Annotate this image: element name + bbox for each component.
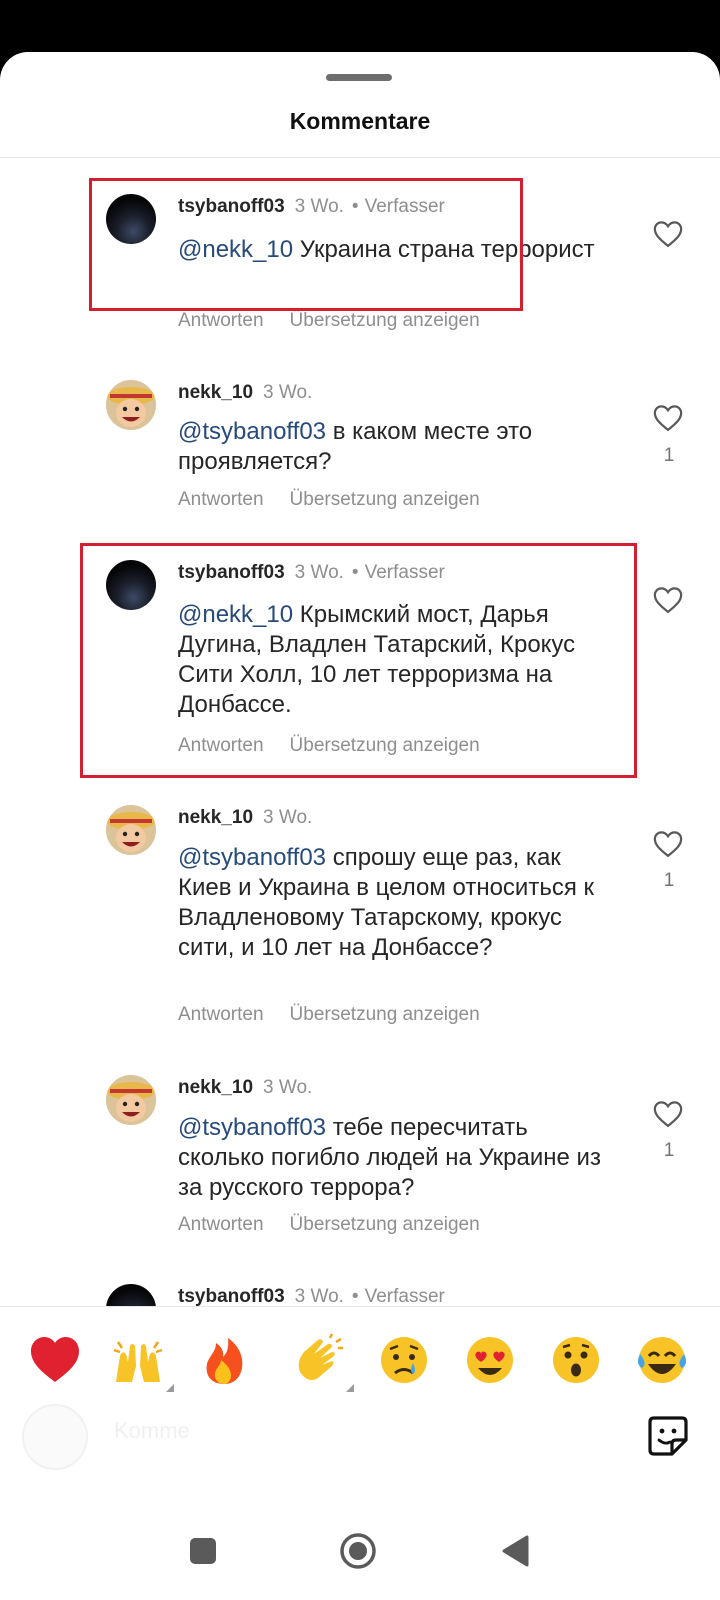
home-icon[interactable] <box>339 1532 377 1570</box>
mention-link[interactable]: @tsybanoff03 <box>178 418 326 445</box>
clapping-hands-icon[interactable] <box>290 1332 354 1392</box>
avatar[interactable] <box>106 805 156 855</box>
translate-button[interactable]: Übersetzung anzeigen <box>290 489 480 510</box>
comment-actions: Antworten Übersetzung anzeigen <box>178 489 480 511</box>
comment-actions: Antworten Übersetzung anzeigen <box>178 1214 480 1236</box>
comment-meta: nekk_10 3 Wo. <box>178 382 312 404</box>
comment-input[interactable]: Komme <box>114 1418 190 1444</box>
timestamp: 3 Wo. <box>263 382 313 403</box>
username[interactable]: nekk_10 <box>178 382 253 403</box>
username[interactable]: nekk_10 <box>178 1077 253 1098</box>
mention-link[interactable]: @tsybanoff03 <box>178 844 326 871</box>
comment-text: @tsybanoff03 в каком месте это проявляет… <box>178 417 618 477</box>
crying-face-icon[interactable] <box>376 1332 432 1388</box>
sheet-title: Kommentare <box>289 108 431 134</box>
timestamp: 3 Wo. <box>263 1077 313 1098</box>
translate-button[interactable]: Übersetzung anzeigen <box>290 310 480 331</box>
recent-apps-icon[interactable] <box>188 1536 218 1566</box>
comment-actions: Antworten Übersetzung anzeigen <box>178 310 480 332</box>
reply-button[interactable]: Antworten <box>178 310 264 331</box>
mention-link[interactable]: @tsybanoff03 <box>178 1114 326 1141</box>
reply-button[interactable]: Antworten <box>178 1004 264 1025</box>
author-badge: Verfasser <box>364 1286 445 1307</box>
username[interactable]: nekk_10 <box>178 807 253 828</box>
avatar[interactable] <box>106 1075 156 1125</box>
comment-actions: Antworten Übersetzung anzeigen <box>178 1004 480 1026</box>
sticker-icon[interactable] <box>646 1414 690 1458</box>
heart-icon[interactable] <box>653 404 683 432</box>
comment-meta: tsybanoff03 3 Wo. • Verfasser <box>178 1286 445 1308</box>
timestamp: 3 Wo. <box>263 807 313 828</box>
timestamp: 3 Wo. <box>294 1286 344 1307</box>
heart-icon[interactable] <box>653 586 683 614</box>
translate-button[interactable]: Übersetzung anzeigen <box>290 1214 480 1235</box>
comment-text: @tsybanoff03 спрошу еще раз, как Киев и … <box>178 843 618 963</box>
heart-icon[interactable] <box>653 830 683 858</box>
like-count: 1 <box>663 445 675 466</box>
astonished-face-icon[interactable] <box>548 1332 604 1388</box>
skin-tone-indicator <box>346 1384 354 1392</box>
like-count: 1 <box>663 870 675 891</box>
translate-button[interactable]: Übersetzung anzeigen <box>290 1004 480 1025</box>
comments-sheet: Kommentare tsybanoff03 3 Wo. • Verfasser @n… <box>0 52 720 1600</box>
divider <box>0 1306 720 1307</box>
comment-meta: nekk_10 3 Wo. <box>178 807 312 829</box>
username[interactable]: tsybanoff03 <box>178 1286 285 1307</box>
fire-icon[interactable] <box>196 1332 252 1388</box>
divider <box>0 157 720 158</box>
drag-handle[interactable] <box>326 74 392 81</box>
like-count: 1 <box>663 1140 675 1161</box>
reply-button[interactable]: Antworten <box>178 1214 264 1235</box>
heart-icon[interactable] <box>653 220 683 248</box>
comment-meta: nekk_10 3 Wo. <box>178 1077 312 1099</box>
heart-eyes-face-icon[interactable] <box>462 1332 518 1388</box>
tears-of-joy-face-icon[interactable] <box>634 1332 690 1388</box>
own-avatar <box>22 1404 88 1470</box>
anime-avatar-icon <box>106 1075 156 1125</box>
heart-icon[interactable] <box>653 1100 683 1128</box>
anime-avatar-icon <box>106 380 156 430</box>
highlight-box <box>89 178 523 311</box>
separator-dot: • <box>351 1286 359 1307</box>
anime-avatar-icon <box>106 805 156 855</box>
skin-tone-indicator <box>166 1384 174 1392</box>
back-icon[interactable] <box>500 1534 530 1568</box>
system-navigation-bar <box>0 1510 720 1600</box>
avatar[interactable] <box>106 380 156 430</box>
highlight-box <box>80 543 637 778</box>
reply-button[interactable]: Antworten <box>178 489 264 510</box>
red-heart-icon[interactable] <box>27 1332 83 1388</box>
raising-hands-icon[interactable] <box>110 1332 174 1392</box>
comment-text: @tsybanoff03 тебе пересчитать сколько по… <box>178 1113 618 1203</box>
